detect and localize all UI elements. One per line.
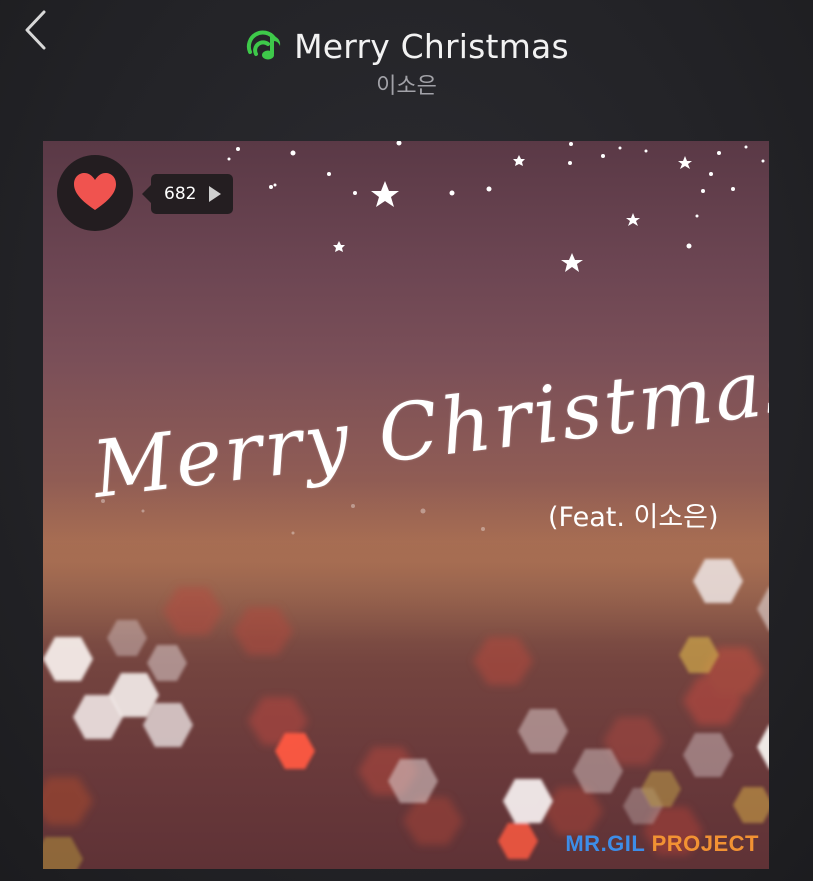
brand-logo: MR.GIL PROJECT: [565, 831, 759, 857]
like-count-badge[interactable]: 682: [142, 174, 233, 214]
artist-name: 이소은: [376, 74, 437, 99]
music-note-icon: [247, 30, 281, 60]
heart-icon: [74, 173, 116, 210]
brand-part1: MR.GIL: [565, 831, 645, 856]
play-arrow-icon: [209, 186, 221, 202]
like-count: 682: [164, 184, 197, 204]
like-button[interactable]: [57, 155, 133, 231]
song-detail-screen: Merry Christmas 이소은 Merry Christmas (Fea…: [0, 0, 813, 881]
album-feat-text: (Feat. 이소은): [548, 502, 719, 533]
song-title: Merry Christmas: [294, 26, 569, 66]
brand-part2: PROJECT: [651, 831, 759, 856]
album-art[interactable]: Merry Christmas (Feat. 이소은) MR.GIL PROJE…: [43, 141, 769, 869]
title-row: Merry Christmas: [0, 22, 813, 70]
